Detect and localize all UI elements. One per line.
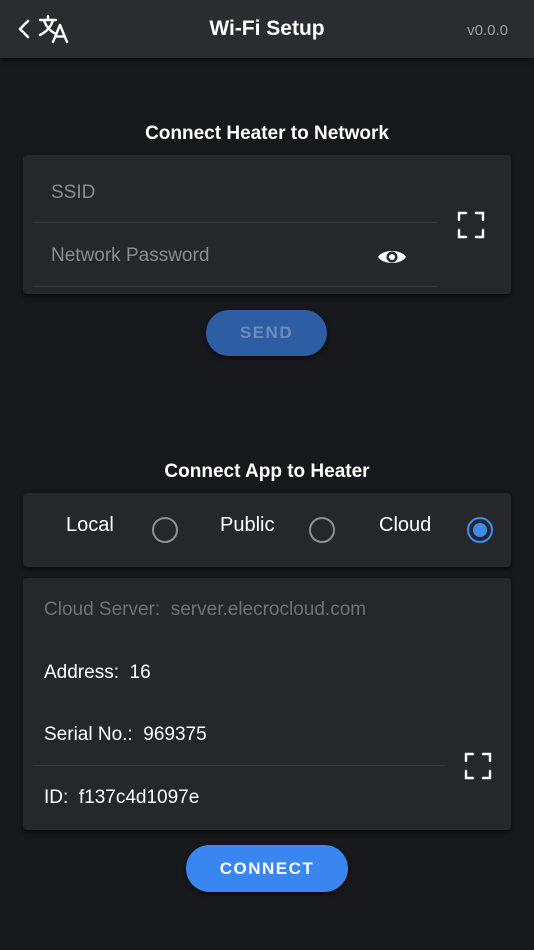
serial-row: Serial No.: 969375 bbox=[44, 724, 207, 746]
cloud-server-value: server.elecrocloud.com bbox=[170, 599, 367, 620]
serial-label: Serial No.: bbox=[44, 724, 133, 745]
address-row: Address: 16 bbox=[44, 662, 151, 684]
ssid-underline bbox=[33, 222, 438, 223]
app-section-title: Connect App to Heater bbox=[164, 461, 370, 482]
send-button[interactable]: SEND bbox=[206, 310, 327, 356]
version-label: v0.0.0 bbox=[467, 22, 508, 39]
cloud-server-row: Cloud Server: server.elecrocloud.com bbox=[44, 599, 366, 621]
top-bar: Wi-Fi Setup v0.0.0 bbox=[0, 0, 534, 58]
mode-label-cloud[interactable]: Cloud bbox=[379, 514, 431, 537]
password-underline bbox=[33, 286, 438, 287]
address-label: Address: bbox=[44, 662, 119, 683]
password-input[interactable]: Network Password bbox=[51, 245, 209, 267]
id-row: ID: f137c4d1097e bbox=[44, 787, 199, 809]
radio-public[interactable] bbox=[309, 517, 335, 543]
radio-cloud[interactable] bbox=[467, 517, 493, 543]
id-value[interactable]: f137c4d1097e bbox=[79, 787, 199, 808]
mode-label-local[interactable]: Local bbox=[66, 514, 114, 537]
cloud-server-label: Cloud Server: bbox=[44, 599, 161, 620]
connection-mode-card: Local Public Cloud bbox=[23, 493, 511, 567]
connect-button[interactable]: CONNECT bbox=[186, 845, 348, 892]
id-label: ID: bbox=[44, 787, 69, 808]
page-title: Wi-Fi Setup bbox=[209, 17, 325, 40]
mode-label-public[interactable]: Public bbox=[220, 514, 274, 537]
ssid-input[interactable]: SSID bbox=[51, 182, 95, 204]
scan-icon[interactable] bbox=[464, 752, 492, 780]
serial-underline bbox=[33, 765, 445, 766]
scan-icon[interactable] bbox=[457, 211, 485, 239]
eye-icon[interactable] bbox=[377, 247, 407, 267]
network-card: SSID Network Password bbox=[23, 155, 511, 294]
address-value[interactable]: 16 bbox=[130, 662, 151, 683]
heater-info-card: Cloud Server: server.elecrocloud.com Add… bbox=[23, 578, 511, 830]
serial-value[interactable]: 969375 bbox=[143, 724, 206, 745]
radio-local[interactable] bbox=[152, 517, 178, 543]
network-section-title: Connect Heater to Network bbox=[145, 123, 389, 144]
